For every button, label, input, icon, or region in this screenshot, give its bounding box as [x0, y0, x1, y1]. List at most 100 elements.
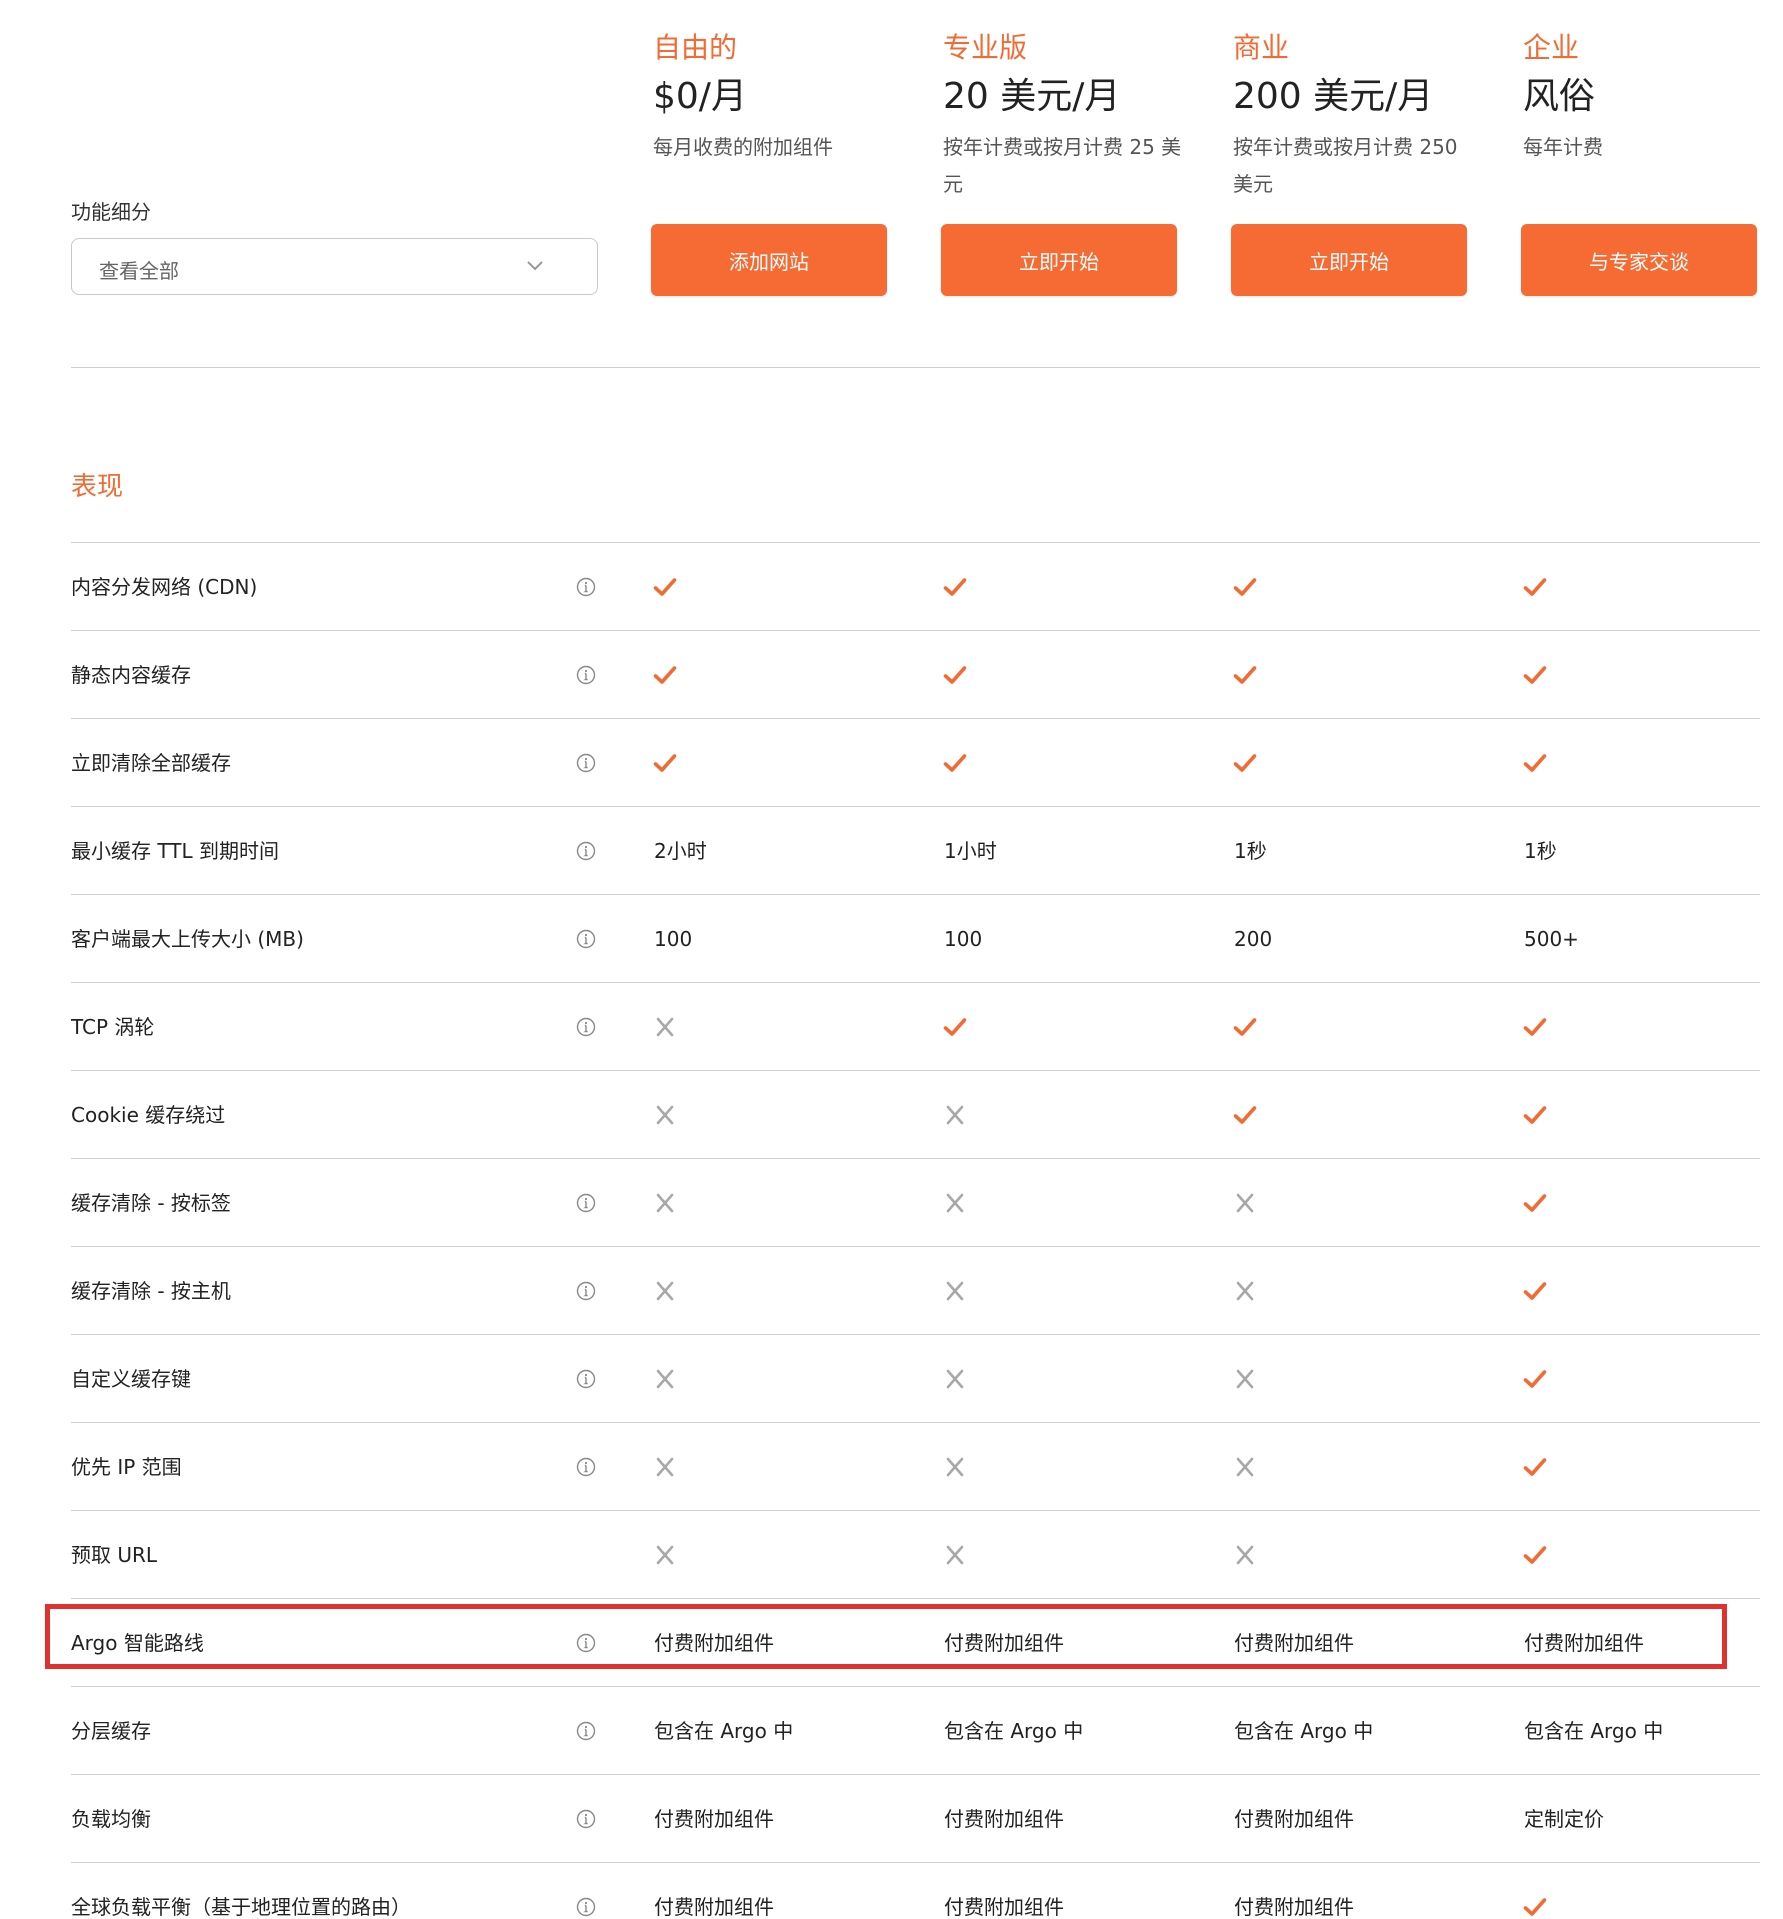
plan-name: 商业 — [1233, 31, 1290, 64]
feature-name: 立即清除全部缓存 — [71, 751, 231, 775]
plan-business: 商业 200 美元/月 按年计费或按月计费 250 美元 — [1233, 28, 1473, 203]
feature-name: TCP 涡轮 — [71, 1015, 155, 1039]
feature-name: 客户端最大上传大小 (MB) — [71, 927, 304, 951]
cross-icon — [1236, 1545, 1254, 1565]
feature-row: TCP 涡轮 — [71, 982, 1760, 1070]
cross-icon — [1236, 1281, 1254, 1301]
cross-icon — [656, 1457, 674, 1477]
feature-row: 立即清除全部缓存 — [71, 718, 1760, 806]
plan-price: 风俗 — [1523, 76, 1596, 117]
feature-filter-value: 查看全部 — [99, 259, 179, 283]
plan-description: 按年计费或按月计费 250 美元 — [1233, 135, 1458, 196]
cross-icon — [946, 1457, 964, 1477]
check-icon — [1523, 1370, 1547, 1388]
info-icon[interactable] — [576, 1457, 596, 1477]
info-icon[interactable] — [576, 1897, 596, 1917]
feature-row: 最小缓存 TTL 到期时间 2小时 1小时 1秒 1秒 — [71, 806, 1760, 894]
info-icon[interactable] — [576, 665, 596, 685]
info-icon[interactable] — [576, 753, 596, 773]
info-icon[interactable] — [576, 577, 596, 597]
info-icon[interactable] — [576, 1721, 596, 1741]
pricing-comparison-page: 自由的 $0/月 每月收费的附加组件 专业版 20 美元/月 按年计费或按月计费… — [0, 0, 1783, 1919]
cell-value: 付费附加组件 — [944, 1631, 1064, 1655]
feature-name: 分层缓存 — [71, 1719, 151, 1743]
check-icon — [653, 578, 677, 596]
plan-price: $0/月 — [653, 76, 747, 117]
check-icon — [1523, 754, 1547, 772]
cell-value: 付费附加组件 — [654, 1631, 774, 1655]
cell-value: 付费附加组件 — [654, 1895, 774, 1919]
feature-row: 自定义缓存键 — [71, 1334, 1760, 1422]
feature-row: 优先 IP 范围 — [71, 1422, 1760, 1510]
check-icon — [1233, 1106, 1257, 1124]
cross-icon — [656, 1281, 674, 1301]
check-icon — [943, 578, 967, 596]
cross-icon — [946, 1545, 964, 1565]
info-icon[interactable] — [576, 1369, 596, 1389]
feature-row: 内容分发网络 (CDN) — [71, 542, 1760, 630]
feature-name: 预取 URL — [71, 1543, 158, 1567]
cell-value: 500+ — [1524, 927, 1579, 951]
check-icon — [1523, 666, 1547, 684]
cross-icon — [656, 1369, 674, 1389]
cross-icon — [656, 1017, 674, 1037]
feature-row: 分层缓存 包含在 Argo 中 包含在 Argo 中 包含在 Argo 中 包含在 Ar… — [71, 1686, 1760, 1774]
info-icon[interactable] — [576, 929, 596, 949]
feature-name: 优先 IP 范围 — [71, 1455, 182, 1479]
check-icon — [1523, 1018, 1547, 1036]
add-website-button[interactable]: 添加网站 — [651, 224, 887, 296]
cell-value: 付费附加组件 — [1234, 1631, 1354, 1655]
info-icon[interactable] — [576, 1809, 596, 1829]
plan-price: 200 美元/月 — [1233, 76, 1434, 117]
pro-get-started-button[interactable]: 立即开始 — [941, 224, 1177, 296]
check-icon — [1523, 578, 1547, 596]
info-icon[interactable] — [576, 1017, 596, 1037]
cell-value: 2小时 — [654, 839, 707, 863]
feature-row: 全球负载平衡（基于地理位置的路由） 付费附加组件 付费附加组件 付费附加组件 — [71, 1862, 1760, 1919]
cross-icon — [946, 1369, 964, 1389]
info-icon[interactable] — [576, 1193, 596, 1213]
cross-icon — [656, 1193, 674, 1213]
cell-value: 200 — [1234, 927, 1273, 951]
cell-value: 100 — [944, 927, 983, 951]
cross-icon — [656, 1545, 674, 1565]
check-icon — [1233, 578, 1257, 596]
check-icon — [1523, 1282, 1547, 1300]
check-icon — [1523, 1898, 1547, 1916]
feature-name: Cookie 缓存绕过 — [71, 1103, 226, 1127]
check-icon — [653, 666, 677, 684]
plan-description: 每月收费的附加组件 — [653, 135, 833, 159]
header-divider — [71, 367, 1760, 368]
info-icon[interactable] — [576, 841, 596, 861]
plan-pro: 专业版 20 美元/月 按年计费或按月计费 25 美元 — [943, 28, 1183, 203]
feature-row: Cookie 缓存绕过 — [71, 1070, 1760, 1158]
plan-description: 每年计费 — [1523, 135, 1603, 159]
talk-to-expert-button[interactable]: 与专家交谈 — [1521, 224, 1757, 296]
cross-icon — [1236, 1193, 1254, 1213]
cell-value: 付费附加组件 — [944, 1807, 1064, 1831]
cell-value: 1小时 — [944, 839, 997, 863]
info-icon[interactable] — [576, 1633, 596, 1653]
feature-name: 缓存清除 - 按主机 — [71, 1279, 231, 1303]
cross-icon — [946, 1193, 964, 1213]
feature-row: 缓存清除 - 按主机 — [71, 1246, 1760, 1334]
plan-name: 自由的 — [653, 31, 738, 64]
check-icon — [1523, 1458, 1547, 1476]
feature-row: 静态内容缓存 — [71, 630, 1760, 718]
business-get-started-button[interactable]: 立即开始 — [1231, 224, 1467, 296]
info-icon[interactable] — [576, 1281, 596, 1301]
check-icon — [1523, 1194, 1547, 1212]
cross-icon — [946, 1281, 964, 1301]
feature-name: 最小缓存 TTL 到期时间 — [71, 839, 279, 863]
cell-value: 定制定价 — [1524, 1807, 1604, 1831]
cell-value: 付费附加组件 — [654, 1807, 774, 1831]
feature-filter-select[interactable]: 查看全部 — [71, 238, 598, 295]
cell-value: 包含在 Argo 中 — [1234, 1719, 1374, 1743]
plan-enterprise: 企业 风俗 每年计费 — [1523, 28, 1763, 203]
cell-value: 100 — [654, 927, 693, 951]
check-icon — [1233, 1018, 1257, 1036]
feature-name: 负载均衡 — [71, 1807, 151, 1831]
plan-free: 自由的 $0/月 每月收费的附加组件 — [653, 28, 893, 203]
feature-row: 缓存清除 - 按标签 — [71, 1158, 1760, 1246]
feature-row: 预取 URL — [71, 1510, 1760, 1598]
